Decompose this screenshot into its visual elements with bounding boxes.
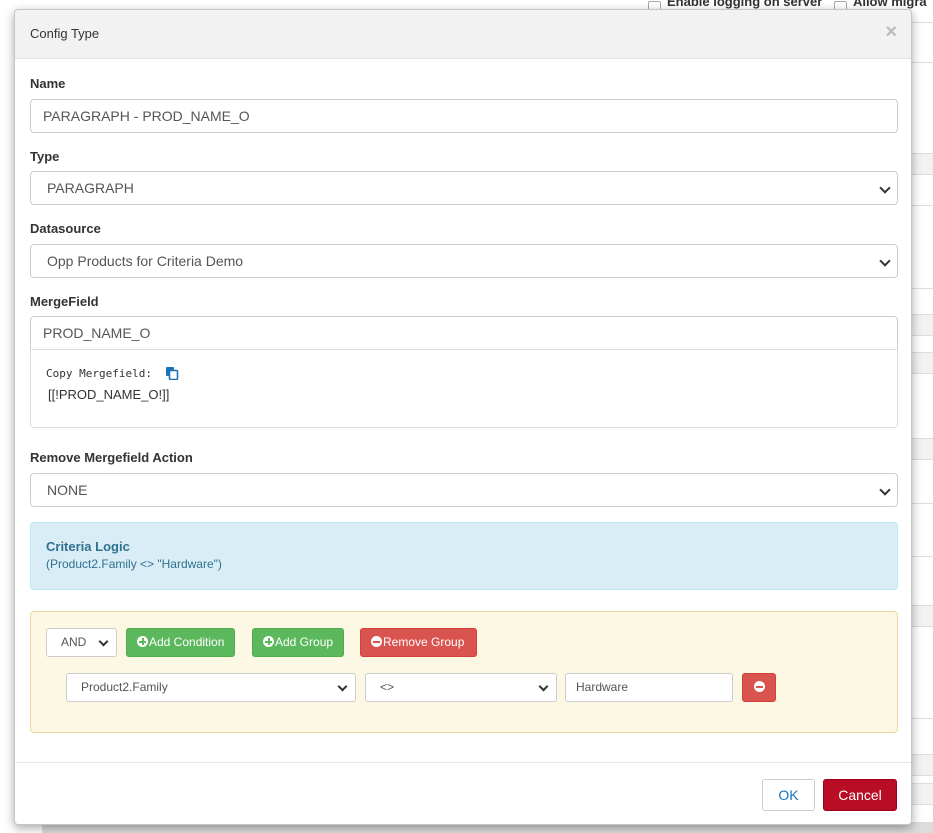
- datasource-label: Datasource: [30, 221, 101, 236]
- mergefield-input[interactable]: PROD_NAME_O: [30, 316, 898, 350]
- mergefield-label: MergeField: [30, 294, 99, 309]
- chevron-down-icon: [879, 484, 891, 496]
- remove-condition-button[interactable]: [742, 673, 776, 702]
- plus-circle-icon: [137, 636, 148, 647]
- copy-mergefield-label: Copy Mergefield:: [46, 367, 152, 380]
- remove-action-select[interactable]: NONE: [30, 473, 898, 507]
- background-divider: [911, 503, 933, 504]
- name-label: Name: [30, 76, 66, 91]
- condition-field-select[interactable]: Product2.Family: [66, 673, 356, 702]
- add-condition-label: Add Condition: [149, 635, 225, 649]
- background-divider: [911, 22, 933, 23]
- group-operator-select[interactable]: AND: [46, 628, 117, 657]
- close-icon[interactable]: ×: [885, 22, 897, 42]
- remove-action-label: Remove Mergefield Action: [30, 450, 193, 465]
- remove-group-label: Remove Group: [383, 635, 465, 649]
- background-row: [911, 754, 933, 776]
- modal-header: Config Type ×: [15, 10, 911, 59]
- migration-option-label: Allow migra: [852, 0, 927, 9]
- mergefield-tag: [[!PROD_NAME_O!]]: [48, 387, 170, 402]
- add-group-button[interactable]: Add Group: [252, 628, 344, 657]
- chevron-down-icon: [538, 681, 549, 692]
- remove-action-select-value: NONE: [47, 482, 88, 498]
- condition-operator-value: <>: [380, 680, 395, 694]
- mergefield-preview: Copy Mergefield: [[!PROD_NAME_O!]]: [30, 349, 898, 428]
- cancel-button[interactable]: Cancel: [823, 779, 897, 811]
- criteria-logic-panel: Criteria Logic (Product2.Family <> "Hard…: [30, 522, 898, 590]
- background-divider: [911, 718, 933, 719]
- condition-group: AND Add Condition Add Group Remove Group…: [30, 611, 898, 733]
- background-row: [911, 438, 933, 460]
- name-input[interactable]: PARAGRAPH - PROD_NAME_O: [30, 99, 898, 133]
- type-select-value: PARAGRAPH: [47, 180, 134, 196]
- criteria-logic-expression: (Product2.Family <> "Hardware"): [46, 557, 222, 571]
- background-row: [911, 352, 933, 374]
- add-group-label: Add Group: [275, 635, 334, 649]
- chevron-down-icon: [879, 182, 891, 194]
- background-divider: [911, 205, 933, 206]
- background-row: [911, 783, 933, 805]
- config-type-modal: Config Type × Name PARAGRAPH - PROD_NAME…: [14, 9, 912, 825]
- datasource-select[interactable]: Opp Products for Criteria Demo: [30, 244, 898, 278]
- background-divider: [911, 62, 933, 63]
- modal-title: Config Type: [30, 26, 100, 41]
- add-condition-button[interactable]: Add Condition: [126, 628, 235, 657]
- background-row: [911, 314, 933, 336]
- chevron-down-icon: [879, 255, 891, 267]
- minus-circle-icon: [753, 681, 765, 692]
- background-divider: [911, 556, 933, 557]
- condition-value-input[interactable]: Hardware: [565, 673, 733, 702]
- criteria-logic-title: Criteria Logic: [46, 539, 130, 554]
- chevron-down-icon: [337, 681, 348, 692]
- condition-operator-select[interactable]: <>: [365, 673, 557, 702]
- type-label: Type: [30, 149, 60, 164]
- type-select[interactable]: PARAGRAPH: [30, 171, 898, 205]
- ok-button[interactable]: OK: [762, 779, 815, 811]
- remove-group-button[interactable]: Remove Group: [360, 628, 477, 657]
- background-row: [911, 605, 933, 627]
- modal-footer: OK Cancel: [15, 762, 911, 826]
- logging-option-label: Enable logging on server: [667, 0, 823, 9]
- group-operator-value: AND: [61, 635, 87, 649]
- condition-field-value: Product2.Family: [81, 680, 168, 694]
- background-row: [911, 153, 933, 175]
- minus-circle-icon: [371, 636, 382, 647]
- chevron-down-icon: [98, 636, 109, 647]
- copy-icon[interactable]: [165, 366, 179, 380]
- datasource-select-value: Opp Products for Criteria Demo: [47, 253, 244, 269]
- plus-circle-icon: [263, 636, 274, 647]
- background-divider: [911, 288, 933, 289]
